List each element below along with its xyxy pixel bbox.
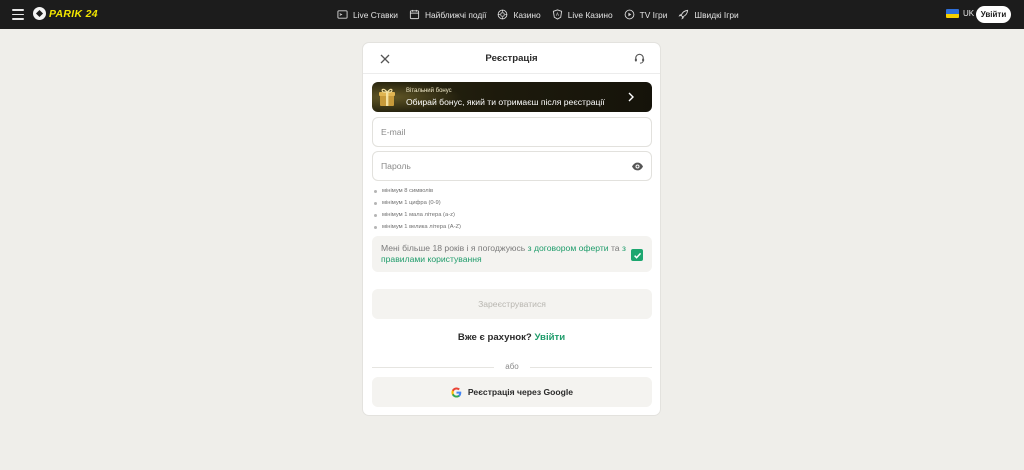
support-icon[interactable] [633, 52, 646, 65]
nav-item-label: Казино [513, 9, 541, 20]
main-nav: Live Ставки Найближчі події Казино A Liv… [337, 0, 750, 29]
or-divider: або [372, 361, 652, 373]
divider-line [530, 367, 652, 368]
password-input[interactable] [373, 152, 651, 180]
welcome-bonus-banner[interactable]: Вітальний бонус Обирай бонус, який ти от… [372, 82, 652, 112]
nav-item-fast-games[interactable]: Швидкі Ігри [678, 9, 739, 20]
nav-item-live-bets[interactable]: Live Ставки [337, 9, 398, 20]
bullet-icon [374, 189, 377, 193]
register-button[interactable]: Зареєструватися [372, 289, 652, 319]
have-account-text: Вже є рахунок? [457, 332, 532, 343]
language-code: UK [963, 9, 975, 18]
nav-item-live-casino[interactable]: A Live Казино [552, 9, 613, 20]
password-rule: мінімум 8 символів [374, 185, 461, 197]
logo-text: PARIK 24 [49, 7, 98, 20]
age-terms-agreement: Мені більше 18 років і я погоджуюсь з до… [372, 236, 652, 272]
nav-item-casino[interactable]: Казино [497, 9, 541, 20]
nav-item-label: Найближчі події [424, 9, 487, 20]
agreement-prefix: Мені більше 18 років і я погоджуюсь [381, 243, 528, 253]
bonus-text: Обирай бонус, який ти отримаєш після реє… [406, 97, 605, 107]
live-casino-icon: A [552, 9, 562, 20]
password-rule: мінімум 1 цифра (0-9) [374, 197, 461, 209]
password-rule-text: мінімум 1 велика літера (A-Z) [382, 224, 461, 230]
nav-item-tv-games[interactable]: TV Ігри [624, 9, 668, 20]
nav-item-upcoming-events[interactable]: Найближчі події [409, 9, 487, 20]
login-link[interactable]: Увійти [534, 332, 565, 343]
bullet-icon [374, 225, 377, 229]
bullet-icon [374, 201, 377, 205]
bullet-icon [374, 213, 377, 217]
logo[interactable]: PARIK 24 [33, 7, 98, 20]
agreement-middle: та [608, 243, 622, 253]
bonus-label: Вітальний бонус [406, 88, 452, 94]
tv-games-icon [624, 9, 634, 20]
password-rule-text: мінімум 8 символів [382, 188, 434, 194]
registration-modal: Реєстрація Вітальний бонус Обирай бонус,… [362, 42, 661, 416]
password-field-wrapper [372, 151, 652, 181]
google-signup-button[interactable]: Реєстрація через Google [372, 377, 652, 407]
nav-item-label: Швидкі Ігри [694, 9, 739, 20]
checkmark-icon [633, 252, 641, 259]
password-rules: мінімум 8 символів мінімум 1 цифра (0-9)… [374, 185, 461, 233]
top-bar: PARIK 24 Live Ставки Найближчі події Каз… [0, 0, 1024, 29]
menu-icon[interactable] [12, 9, 24, 20]
rocket-icon [678, 9, 689, 20]
password-rule: мінімум 1 мала літера (a-z) [374, 209, 461, 221]
password-rule-text: мінімум 1 цифра (0-9) [382, 200, 441, 206]
modal-title: Реєстрація [485, 53, 538, 64]
agreement-text: Мені більше 18 років і я погоджуюсь з до… [381, 243, 626, 265]
email-input[interactable] [373, 118, 651, 146]
have-account-row: Вже є рахунок? Увійти [363, 332, 660, 343]
calendar-icon [409, 9, 420, 20]
google-signup-label: Реєстрація через Google [467, 387, 574, 397]
language-selector[interactable]: UK [946, 9, 974, 18]
chevron-right-icon [628, 92, 634, 102]
agreement-checkbox[interactable] [631, 249, 643, 261]
eye-icon[interactable] [631, 161, 644, 172]
modal-header: Реєстрація [363, 43, 660, 74]
nav-item-label: TV Ігри [639, 9, 668, 20]
nav-item-label: Live Казино [567, 9, 613, 20]
ukraine-flag-icon [946, 9, 959, 18]
live-bets-icon [337, 10, 348, 19]
logo-ball-icon [33, 7, 46, 20]
nav-item-label: Live Ставки [353, 9, 398, 20]
google-icon [451, 386, 462, 398]
svg-text:A: A [556, 12, 560, 18]
casino-chip-icon [498, 9, 508, 20]
password-rule-text: мінімум 1 мала літера (a-z) [382, 212, 455, 218]
email-field-wrapper [372, 117, 652, 147]
password-rule: мінімум 1 велика літера (A-Z) [374, 221, 461, 233]
offer-agreement-link[interactable]: з договором оферти [528, 243, 609, 253]
header-login-button[interactable]: Увійти [976, 6, 1011, 23]
gift-icon [379, 88, 395, 106]
